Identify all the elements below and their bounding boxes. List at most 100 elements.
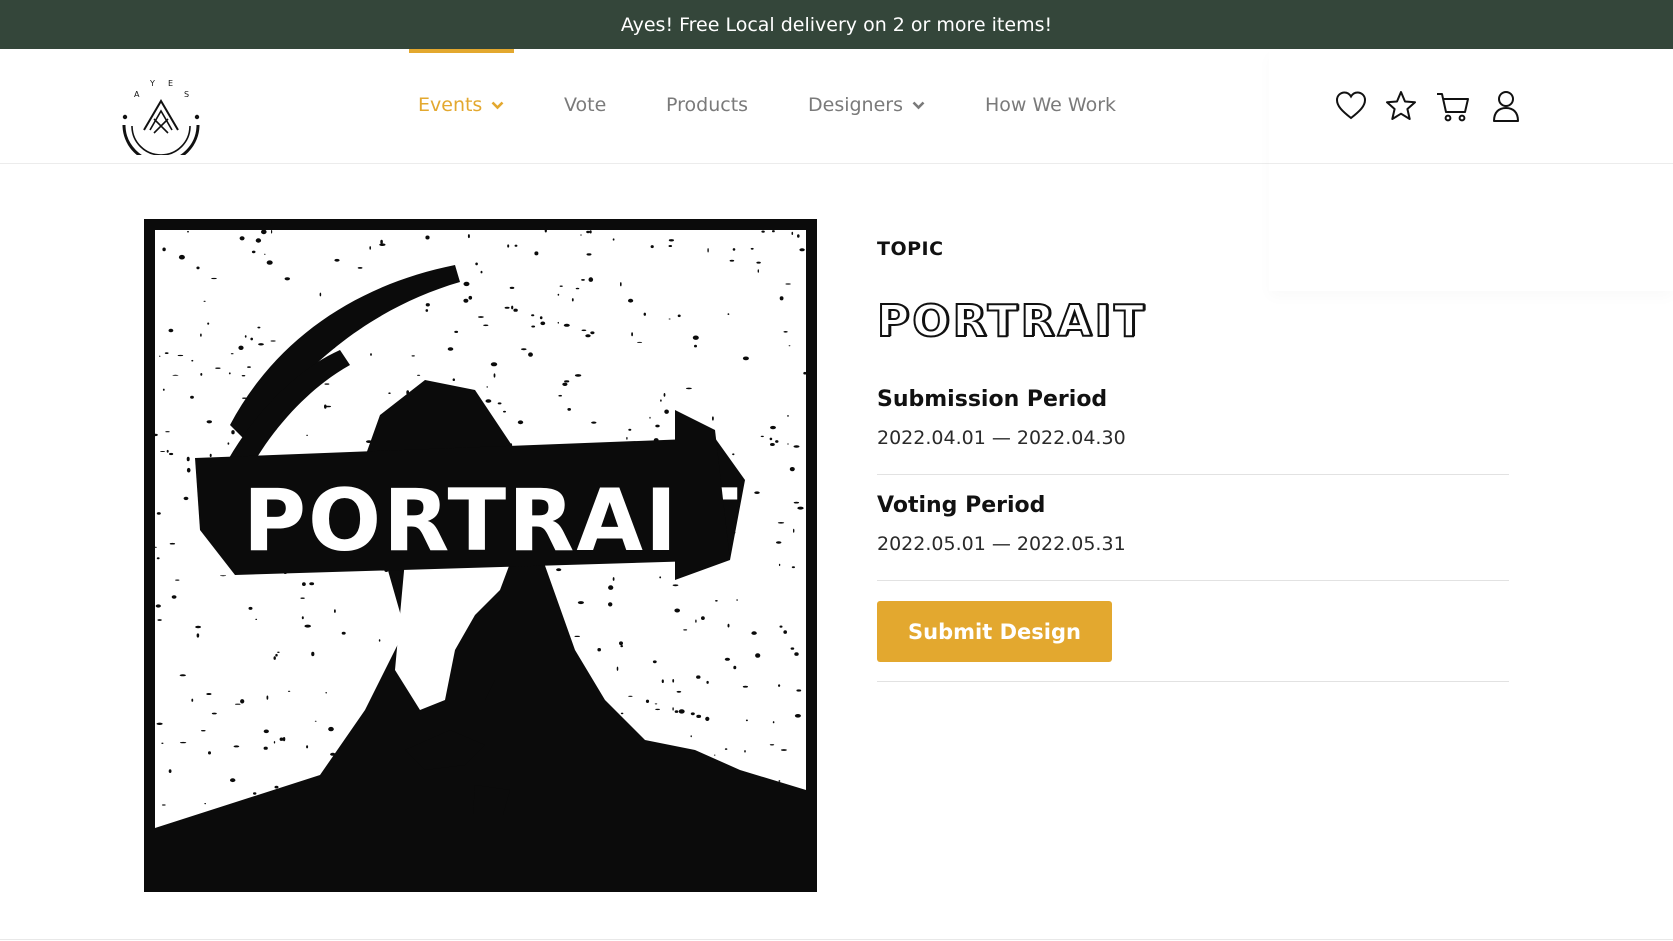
speckle: [155, 546, 157, 548]
speckle: [164, 352, 169, 354]
speckle: [770, 425, 776, 430]
speckle: [742, 356, 749, 361]
speckle: [255, 238, 262, 243]
speckle: [797, 234, 800, 238]
nav-item-label: Events: [418, 94, 483, 116]
speckle: [588, 277, 594, 282]
speckle: [514, 244, 518, 247]
nav-item-how-we-work[interactable]: How We Work: [985, 94, 1116, 116]
speckle: [696, 714, 702, 718]
speckle: [649, 416, 651, 419]
speckle: [581, 329, 587, 332]
speckle: [467, 234, 470, 239]
logo-letter: E: [168, 79, 173, 88]
speckle: [425, 303, 430, 307]
speckle: [531, 325, 536, 328]
speckle: [705, 716, 710, 721]
voting-period-dates: 2022.05.01 — 2022.05.31: [877, 533, 1126, 555]
speckle: [266, 695, 269, 700]
speckle: [608, 602, 613, 607]
speckle: [509, 286, 515, 289]
speckle: [654, 703, 658, 705]
speckle: [745, 719, 748, 722]
speckle: [266, 260, 273, 265]
topic-title: PORTRAIT: [876, 295, 1147, 348]
speckle: [284, 277, 290, 281]
speckle: [319, 292, 322, 297]
speckle: [273, 741, 276, 744]
speckle: [211, 712, 217, 715]
speckle: [727, 313, 730, 315]
submit-design-button[interactable]: Submit Design: [877, 601, 1112, 662]
speckle: [452, 378, 455, 381]
speckle: [724, 657, 731, 661]
speckle: [411, 355, 415, 357]
speckle: [220, 575, 227, 577]
speckle: [777, 522, 785, 524]
site-logo[interactable]: A Y E S: [118, 63, 204, 164]
speckle: [628, 428, 632, 431]
speckle: [206, 693, 212, 695]
portrait-illustration: PORTRAIT: [155, 230, 806, 881]
nav-item-events[interactable]: Events: [418, 94, 504, 116]
speckle: [674, 710, 679, 713]
speckle: [778, 780, 781, 782]
speckle: [660, 399, 662, 402]
speckle: [628, 298, 634, 303]
speckle: [668, 318, 671, 320]
nav-item-products[interactable]: Products: [666, 94, 748, 116]
speckle: [778, 563, 781, 567]
speckle: [275, 653, 278, 657]
speckle: [590, 331, 595, 335]
speckle: [724, 748, 728, 750]
speckle: [668, 239, 675, 242]
speckle: [612, 577, 615, 581]
nav-item-vote[interactable]: Vote: [564, 94, 606, 116]
speckle: [645, 699, 650, 703]
speckle: [794, 714, 801, 718]
speckle: [558, 394, 562, 397]
speckle: [571, 298, 574, 302]
speckle: [780, 749, 787, 751]
submission-period-title: Submission Period: [877, 387, 1108, 412]
speckle: [251, 250, 256, 254]
speckle: [250, 337, 253, 341]
speckle: [463, 298, 469, 303]
speckle: [159, 355, 161, 357]
speckle: [271, 230, 273, 234]
speckle: [770, 443, 775, 446]
speckle: [168, 328, 174, 333]
speckle: [497, 402, 502, 405]
speckle: [304, 624, 311, 628]
speckle: [683, 629, 688, 631]
speckle: [597, 648, 601, 652]
speckle: [388, 392, 391, 394]
speckle: [255, 618, 258, 620]
speckle: [478, 316, 484, 318]
speckle: [507, 244, 510, 248]
speckle: [183, 496, 189, 501]
speckle: [178, 254, 185, 260]
speckle: [685, 387, 692, 390]
speckle: [279, 737, 284, 741]
speckle: [195, 625, 201, 629]
speckle: [672, 679, 675, 683]
speckle: [690, 735, 692, 738]
speckle: [155, 433, 158, 437]
nav-item-designers[interactable]: Designers: [808, 94, 925, 116]
speckle: [186, 456, 190, 462]
speckle: [302, 582, 306, 586]
speckle: [240, 699, 245, 704]
speckle: [486, 386, 488, 388]
speckle: [690, 712, 695, 716]
artwork-text: PORTRAIT: [243, 471, 740, 571]
speckle: [732, 248, 736, 251]
speckle: [468, 295, 473, 300]
speckle: [797, 506, 804, 510]
speckle: [277, 651, 280, 653]
speckle: [369, 246, 371, 250]
speckle: [493, 373, 496, 378]
speckle: [757, 269, 759, 273]
dropdown-panel: [1269, 49, 1673, 291]
speckle: [591, 421, 597, 424]
